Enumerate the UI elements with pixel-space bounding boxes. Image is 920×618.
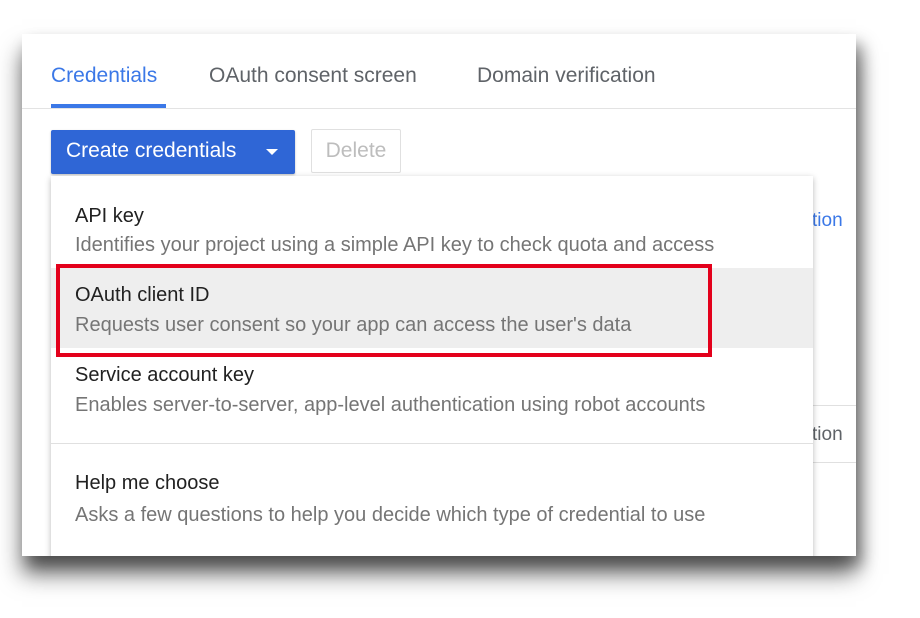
tab-domain-verification[interactable]: Domain verification [477, 64, 656, 88]
menu-item-oauth-client-id[interactable]: OAuth client ID Requests user consent so… [51, 268, 813, 348]
delete-button[interactable]: Delete [311, 129, 401, 173]
menu-item-api-key[interactable]: API key Identifies your project using a … [51, 176, 813, 264]
menu-item-title: OAuth client ID [75, 284, 210, 306]
menu-item-description: Enables server-to-server, app-level auth… [75, 394, 706, 416]
menu-item-description: Identifies your project using a simple A… [75, 234, 715, 256]
menu-item-title: Help me choose [75, 472, 220, 494]
tab-oauth-consent-screen[interactable]: OAuth consent screen [209, 64, 417, 88]
background-divider [812, 405, 856, 406]
tab-bar: Credentials OAuth consent screen Domain … [22, 34, 856, 109]
tab-credentials[interactable]: Credentials [51, 64, 157, 88]
menu-item-title: Service account key [75, 364, 254, 386]
menu-item-description: Requests user consent so your app can ac… [75, 314, 632, 336]
screenshot-canvas: Credentials OAuth consent screen Domain … [0, 0, 920, 618]
menu-item-title: API key [75, 205, 144, 227]
create-credentials-label: Create credentials [66, 139, 237, 162]
background-text-partial: tion [812, 424, 843, 445]
create-credentials-button[interactable]: Create credentials [51, 130, 295, 174]
background-link-partial[interactable]: tion [812, 210, 843, 232]
credentials-panel: Credentials OAuth consent screen Domain … [22, 34, 856, 556]
create-credentials-menu: API key Identifies your project using a … [51, 176, 813, 556]
menu-item-service-account-key[interactable]: Service account key Enables server-to-se… [51, 348, 813, 440]
menu-item-description: Asks a few questions to help you decide … [75, 504, 706, 526]
caret-down-icon [266, 149, 278, 155]
menu-item-help-me-choose[interactable]: Help me choose Asks a few questions to h… [51, 444, 813, 556]
background-divider [812, 462, 856, 463]
active-tab-indicator [51, 104, 166, 108]
